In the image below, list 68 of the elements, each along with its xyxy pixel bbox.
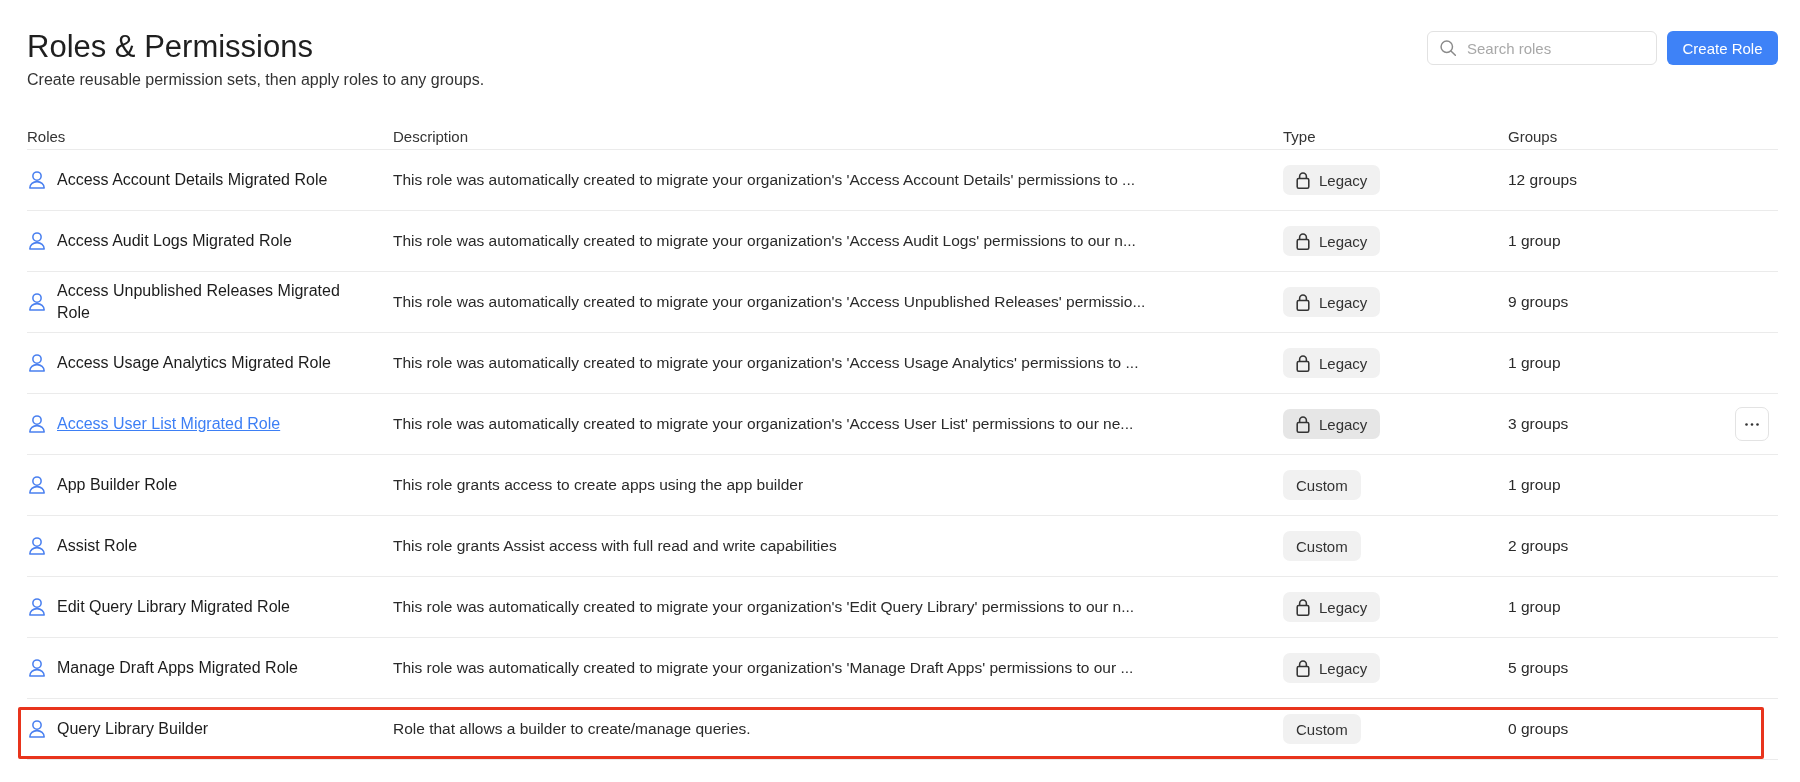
role-description: This role grants access to create apps using the app builder bbox=[393, 475, 804, 495]
role-name[interactable]: Query Library Builder bbox=[57, 718, 209, 740]
role-description: This role was automatically created to migrate your organization's 'Access Account Details' permissions to ... bbox=[393, 170, 1135, 190]
role-name[interactable]: App Builder Role bbox=[57, 474, 178, 496]
role-description: This role was automatically created to migrate your organization's 'Access Usage Analytics' permissions to ... bbox=[393, 353, 1139, 373]
role-description: This role was automatically created to migrate your organization's 'Access Unpublished Releases' permissio... bbox=[393, 292, 1146, 312]
type-label: Legacy bbox=[1319, 415, 1368, 433]
type-badge: Custom bbox=[1283, 714, 1361, 744]
user-icon bbox=[29, 598, 45, 616]
group-count: 0 groups bbox=[1508, 720, 1569, 738]
group-count: 9 groups bbox=[1508, 293, 1569, 311]
user-icon bbox=[29, 232, 45, 250]
user-icon bbox=[29, 171, 45, 189]
type-badge: Custom bbox=[1283, 470, 1361, 500]
user-icon bbox=[29, 659, 45, 677]
type-label: Legacy bbox=[1319, 598, 1368, 616]
group-count: 3 groups bbox=[1508, 415, 1569, 433]
column-header: Roles bbox=[27, 127, 66, 147]
user-icon bbox=[29, 293, 45, 311]
lock-icon bbox=[1296, 598, 1310, 616]
lock-icon bbox=[1296, 415, 1310, 433]
column-header: Groups bbox=[1508, 127, 1558, 147]
role-description: This role was automatically created to migrate your organization's 'Access User List' permissions to our ne... bbox=[393, 414, 1134, 434]
role-description: This role was automatically created to migrate your organization's 'Manage Draft Apps' permissions to our ... bbox=[393, 658, 1134, 678]
search-field[interactable]: Search roles bbox=[1427, 31, 1657, 65]
group-count: 2 groups bbox=[1508, 537, 1569, 555]
user-icon bbox=[29, 476, 45, 494]
column-header: Type bbox=[1283, 127, 1316, 147]
group-count: 1 group bbox=[1508, 476, 1561, 494]
type-label: Legacy bbox=[1319, 659, 1368, 677]
group-count: 1 group bbox=[1508, 598, 1561, 616]
user-icon bbox=[29, 354, 45, 372]
role-name[interactable]: Access Usage Analytics Migrated Role bbox=[57, 352, 331, 374]
role-name[interactable]: Access Audit Logs Migrated Role bbox=[57, 230, 292, 252]
more-icon bbox=[1745, 422, 1759, 426]
role-description: Role that allows a builder to create/manage queries. bbox=[393, 719, 751, 739]
role-name[interactable]: Assist Role bbox=[57, 535, 138, 557]
group-count: 1 group bbox=[1508, 232, 1561, 250]
search-icon bbox=[1440, 40, 1456, 56]
more-button[interactable] bbox=[1735, 407, 1769, 441]
role-name[interactable]: Edit Query Library Migrated Role bbox=[57, 596, 290, 618]
type-badge: Custom bbox=[1283, 531, 1361, 561]
type-label: Legacy bbox=[1319, 232, 1368, 250]
page-title: Roles & Permissions bbox=[27, 29, 314, 65]
type-label: Legacy bbox=[1319, 293, 1368, 311]
user-icon bbox=[29, 537, 45, 555]
type-label: Legacy bbox=[1319, 171, 1368, 189]
group-count: 12 groups bbox=[1508, 171, 1577, 189]
type-label: Legacy bbox=[1319, 354, 1368, 372]
page-subtitle: Create reusable permission sets, then apply roles to any groups. bbox=[27, 70, 485, 90]
role-description: This role was automatically created to migrate your organization's 'Access Audit Logs' permissions to our n... bbox=[393, 231, 1136, 251]
role-name-link[interactable]: Access User List Migrated Role bbox=[57, 413, 281, 435]
user-icon bbox=[29, 720, 45, 738]
column-header: Description bbox=[393, 127, 469, 147]
group-count: 1 group bbox=[1508, 354, 1561, 372]
lock-icon bbox=[1296, 171, 1310, 189]
role-name[interactable]: Access Account Details Migrated Role bbox=[57, 169, 328, 191]
lock-icon bbox=[1296, 232, 1310, 250]
user-icon bbox=[29, 415, 45, 433]
role-description: This role was automatically created to migrate your organization's 'Edit Query Library' permissions to our n... bbox=[393, 597, 1135, 617]
lock-icon bbox=[1296, 293, 1310, 311]
lock-icon bbox=[1296, 659, 1310, 677]
lock-icon bbox=[1296, 354, 1310, 372]
role-name[interactable]: Manage Draft Apps Migrated Role bbox=[57, 657, 298, 679]
role-name[interactable]: Access Unpublished Releases Migrated Role bbox=[57, 280, 349, 324]
group-count: 5 groups bbox=[1508, 659, 1569, 677]
create-role-button[interactable]: Create Role bbox=[1667, 31, 1778, 65]
role-description: This role grants Assist access with full read and write capabilities bbox=[393, 536, 837, 556]
